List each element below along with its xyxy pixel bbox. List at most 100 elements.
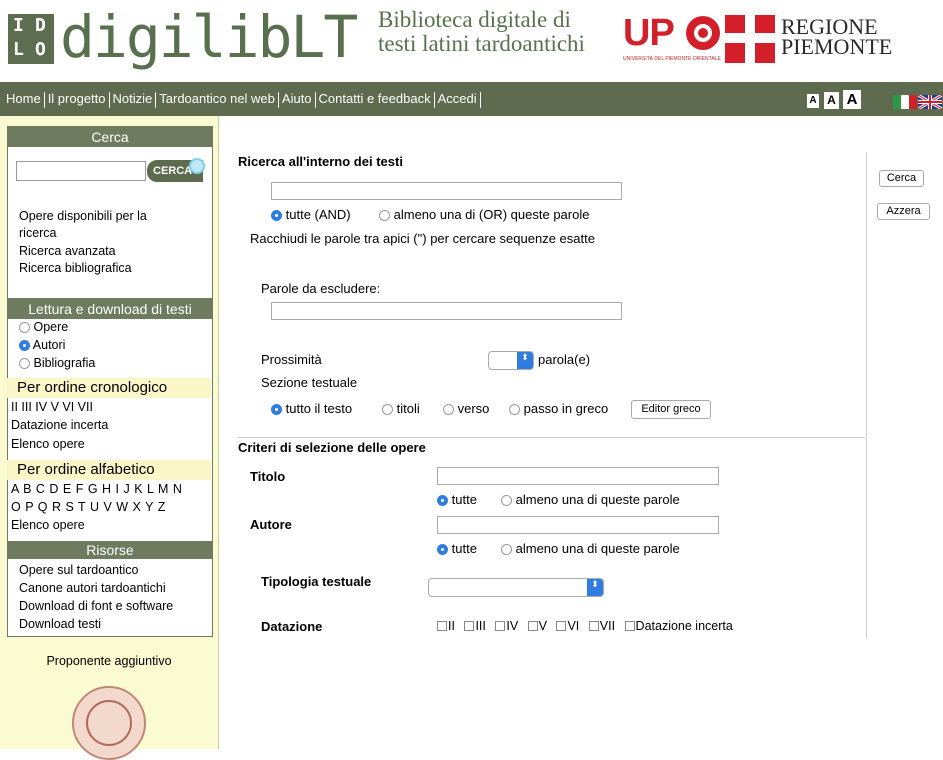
checkbox-icon [588,621,599,631]
section-radio-all[interactable]: tutto il testo [271,401,352,416]
radio-selected-icon [437,495,448,506]
checkbox-label: VI [567,619,580,633]
text-search-input[interactable] [271,182,622,200]
checkbox-icon [556,621,567,631]
section-radio-verso[interactable]: verso [443,401,489,416]
nav-aiuto[interactable]: Aiuto [280,91,314,106]
dating-check-ii[interactable]: II [437,619,455,633]
nav-accedi[interactable]: Accedi [436,91,479,106]
typology-select[interactable]: ⬍ [428,578,604,597]
radio-icon [443,404,454,415]
reset-button[interactable]: Azzera [877,203,930,220]
title-all-radio[interactable]: tutte [437,492,477,507]
exclude-input[interactable] [271,302,622,320]
title-any-radio[interactable]: almeno una di queste parole [501,492,680,507]
divider [866,152,867,638]
dating-label: Datazione [261,619,323,634]
logo-letter: L [13,39,24,60]
top-nav: Home Il progetto Notizie Tardoantico nel we… [0,82,943,116]
search-box-title: Cerca [8,127,212,147]
link-ricerca-avanzata[interactable]: Ricerca avanzata [19,244,116,258]
link-download-testi[interactable]: Download testi [19,617,101,631]
search-button-label: CERCA [153,165,193,177]
dating-check-incerta[interactable]: Datazione incerta [624,619,733,633]
radio-label: almeno una di (OR) queste parole [393,207,590,222]
font-size-medium-button[interactable]: A [824,92,839,109]
quick-search-button[interactable]: CERCA [147,158,205,182]
author-any-radio[interactable]: almeno una di queste parole [501,541,680,556]
font-size-small-button[interactable]: A [807,94,819,108]
link-opere-disponibili-cont[interactable]: ricerca [19,226,57,240]
uk-flag-icon[interactable] [918,95,942,109]
link-ricerca-bibliografica[interactable]: Ricerca bibliografica [19,261,132,275]
site-logo-text[interactable]: digilibLT [60,2,358,72]
radio-autori[interactable]: Autori [19,338,65,352]
search-submit-button[interactable]: Cerca [879,170,924,187]
alphabet-links-row2[interactable]: O P Q R S T U V W X Y Z [11,500,166,514]
proximity-select[interactable]: ⬍ [488,351,534,370]
nav-divider [479,91,481,108]
dating-check-iv[interactable]: IV [495,619,518,633]
radio-label: almeno una di queste parole [515,541,680,556]
radio-label: tutte [451,541,477,556]
dating-check-iii[interactable]: III [464,619,486,633]
resources-box-title: Risorse [8,542,212,559]
checkbox-label: Datazione incerta [635,619,733,633]
logo-letter: D [35,15,46,36]
logo-mark[interactable]: I D L O [8,14,54,64]
mode-and-radio[interactable]: tutte (AND) [271,207,351,222]
century-links[interactable]: II III IV V VI VII [11,400,93,414]
section-radio-greek[interactable]: passo in greco [509,401,608,416]
regione-text: REGIONE PIEMONTE [781,16,892,58]
nav-progetto[interactable]: Il progetto [46,91,108,106]
radio-selected-icon [271,404,282,415]
title-input[interactable] [437,467,719,485]
regione-flag-icon [725,15,775,63]
nav-tardoantico-web[interactable]: Tardoantico nel web [157,91,277,106]
radio-bibliografia[interactable]: Bibliografia [19,356,95,370]
author-all-radio[interactable]: tutte [437,541,477,556]
link-download-font[interactable]: Download di font e software [19,599,173,613]
section-label: Sezione testuale [261,375,358,390]
quick-search-input[interactable] [16,161,146,181]
subtitle-line: testi latini tardoantichi [378,31,585,56]
exclude-label: Parole da escludere: [261,281,381,296]
radio-label: Bibliografia [33,356,96,370]
link-elenco-opere-crono[interactable]: Elenco opere [11,437,85,451]
italian-flag-icon[interactable] [893,95,917,109]
chevron-down-icon: ⬍ [587,579,603,596]
proponent-label: Proponente aggiuntivo [46,654,172,668]
radio-label: tutte [451,492,477,507]
greek-editor-button[interactable]: Editor greco [631,400,711,419]
alphabetical-heading: Per ordine alfabetico [7,460,211,480]
link-opere-tardoantico[interactable]: Opere sul tardoantico [19,563,139,577]
radio-selected-icon [271,210,282,221]
mode-or-radio[interactable]: almeno una di (OR) queste parole [379,207,589,222]
dating-check-v[interactable]: V [527,619,547,633]
upo-logo[interactable]: UP UNIVERSITÀ DEL PIEMONTE ORIENTALE [623,12,723,70]
radio-icon [19,322,30,333]
nav-notizie[interactable]: Notizie [111,91,155,106]
author-input[interactable] [437,516,719,534]
nav-home[interactable]: Home [4,91,43,106]
checkbox-icon [437,621,447,631]
site-header: I D L O digilibLT Biblioteca digitale di… [0,0,943,82]
alphabet-links-row1[interactable]: A B C D E F G H I J K L M N [11,482,182,496]
radio-label: tutto il testo [285,401,353,416]
nav-contatti[interactable]: Contatti e feedback [317,91,433,106]
dating-check-vi[interactable]: VI [556,619,579,633]
dating-check-vii[interactable]: VII [588,619,615,633]
link-datazione-incerta[interactable]: Datazione incerta [11,418,108,432]
radio-icon [19,358,30,369]
proximity-unit: parola(e) [538,352,591,367]
link-elenco-opere-alfa[interactable]: Elenco opere [11,518,85,532]
regione-piemonte-logo[interactable]: REGIONE PIEMONTE [725,15,892,67]
link-canone-autori[interactable]: Canone autori tardoantichi [19,581,166,595]
search-icon [189,158,205,174]
link-opere-disponibili[interactable]: Opere disponibili per la [19,209,147,223]
section-radio-titoli[interactable]: titoli [382,401,420,416]
chronological-heading: Per ordine cronologico [7,378,211,398]
font-size-large-button[interactable]: A [843,90,861,109]
radio-label: passo in greco [523,401,609,416]
radio-opere[interactable]: Opere [19,320,68,334]
